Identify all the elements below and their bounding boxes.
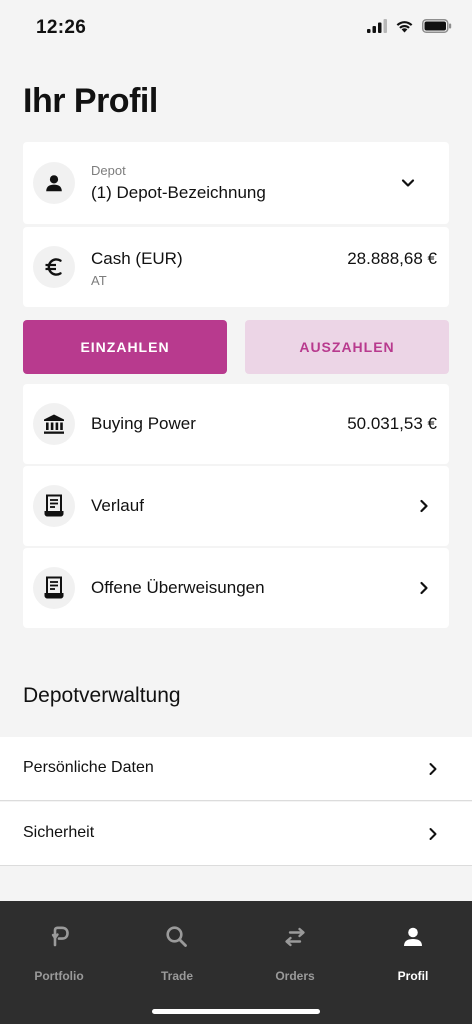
battery-icon xyxy=(422,19,452,33)
bank-icon xyxy=(33,403,75,445)
swap-icon xyxy=(285,927,305,947)
buying-power-label: Buying Power xyxy=(91,414,196,433)
nav-item-portfolio[interactable]: Portfolio xyxy=(0,923,118,993)
chevron-right-icon xyxy=(429,763,437,775)
chevron-down-icon[interactable] xyxy=(401,176,415,190)
nav-label: Portfolio xyxy=(34,969,84,983)
open-transfers-row[interactable]: Offene Überweisungen xyxy=(23,548,449,628)
euro-icon xyxy=(33,246,75,288)
status-time: 12:26 xyxy=(36,17,87,38)
depot-label: Depot xyxy=(91,163,126,178)
person-icon xyxy=(404,927,422,946)
history-label: Verlauf xyxy=(91,496,144,515)
home-indicator xyxy=(152,1009,320,1014)
buying-power-value: 50.031,53 € xyxy=(347,414,437,433)
chevron-right-icon xyxy=(420,499,428,513)
list-item-personal-data[interactable]: Persönliche Daten xyxy=(0,737,472,801)
list-item-security[interactable]: Sicherheit xyxy=(0,802,472,866)
cash-sub: AT xyxy=(91,273,107,288)
search-icon xyxy=(166,926,187,947)
nav-label: Trade xyxy=(160,969,193,983)
open-transfers-label: Offene Überweisungen xyxy=(91,578,265,597)
section-title-depotverwaltung: Depotverwaltung xyxy=(23,684,181,707)
buying-power-card: Buying Power 50.031,53 € xyxy=(23,384,449,464)
nav-label: Orders xyxy=(275,969,315,983)
cash-label: Cash (EUR) xyxy=(91,249,183,268)
depot-name: (1) Depot-Bezeichnung xyxy=(91,183,266,202)
nav-label: Profil xyxy=(397,969,429,983)
nav-item-profil[interactable]: Profil xyxy=(354,923,472,993)
wifi-icon xyxy=(396,21,413,33)
history-row[interactable]: Verlauf xyxy=(23,466,449,546)
page-title: Ihr Profil xyxy=(23,82,158,120)
signal-icon xyxy=(367,19,387,33)
nav-item-trade[interactable]: Trade xyxy=(118,923,236,993)
chevron-right-icon xyxy=(420,581,428,595)
receipt-icon xyxy=(33,485,75,527)
list-item-label: Sicherheit xyxy=(23,824,95,841)
list-item-label: Persönliche Daten xyxy=(23,759,154,776)
status-icons xyxy=(367,19,452,33)
chevron-right-icon xyxy=(429,828,437,840)
cash-value: 28.888,68 € xyxy=(347,249,437,268)
portfolio-icon xyxy=(51,926,69,947)
cash-card: Cash (EUR) AT 28.888,68 € xyxy=(23,227,449,307)
receipt-icon xyxy=(33,567,75,609)
deposit-button[interactable]: EINZAHLEN xyxy=(23,320,227,374)
depot-selector[interactable]: Depot (1) Depot-Bezeichnung xyxy=(23,142,449,224)
bottom-nav: Portfolio Trade Orders Profil xyxy=(0,901,472,1024)
nav-item-orders[interactable]: Orders xyxy=(236,923,354,993)
status-bar: 12:26 xyxy=(0,0,472,56)
person-icon xyxy=(33,162,75,204)
withdraw-button[interactable]: AUSZAHLEN xyxy=(245,320,449,374)
